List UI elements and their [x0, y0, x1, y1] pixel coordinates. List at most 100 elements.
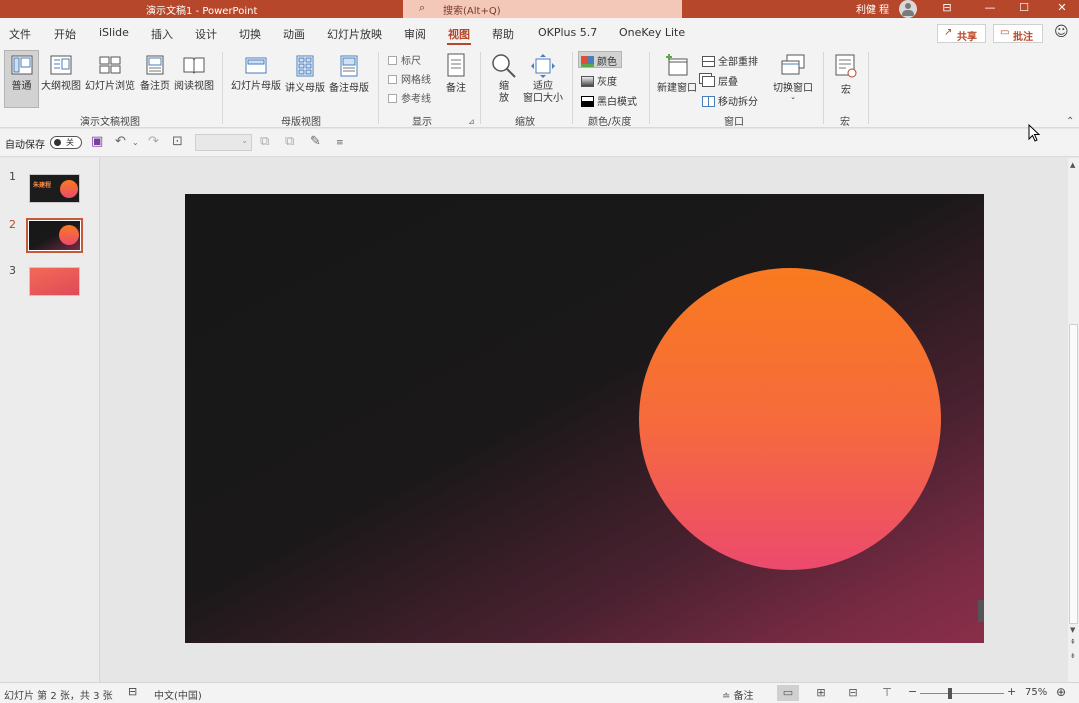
- active-tab-indicator: [447, 43, 471, 45]
- tab-view[interactable]: 视图: [448, 26, 470, 42]
- slide-master-icon: [245, 57, 267, 74]
- format-painter-icon[interactable]: ✎: [310, 134, 321, 149]
- slide-thumbnail-1[interactable]: 朱建程: [29, 174, 80, 203]
- gridlines-checkbox[interactable]: 网格线: [388, 71, 431, 86]
- tab-animations[interactable]: 动画: [283, 26, 305, 42]
- group-separator: [868, 52, 869, 124]
- share-icon: ↗: [944, 27, 953, 38]
- slide-sorter-button[interactable]: 幻灯片浏览: [84, 55, 136, 92]
- normal-view-status-icon[interactable]: ▭: [777, 685, 799, 701]
- comments-button[interactable]: ▭ 批注: [993, 24, 1043, 43]
- feedback-smiley-icon[interactable]: ☺: [1054, 24, 1069, 40]
- slide-number: 2: [9, 218, 16, 231]
- notes-page-icon: [146, 55, 164, 75]
- reading-view-status-icon[interactable]: ⊟: [842, 685, 864, 701]
- save-icon[interactable]: ▣: [91, 134, 103, 149]
- share-button[interactable]: ↗ 共享: [937, 24, 986, 43]
- color-button[interactable]: 颜色: [581, 53, 617, 68]
- outline-view-icon: [50, 55, 72, 75]
- search-box[interactable]: ⌕ 搜索(Alt+Q): [403, 0, 682, 18]
- language-indicator[interactable]: 中文(中国): [154, 687, 202, 702]
- tab-islide[interactable]: iSlide: [99, 26, 129, 39]
- present-icon[interactable]: ⊡: [172, 134, 183, 149]
- quick-access-toolbar: 自动保存 关 ▣ ↶ ⌄ ↷ ⊡ ⌄ ⧉ ⧉ ✎ ≡: [0, 129, 1079, 157]
- close-button[interactable]: ✕: [1047, 0, 1077, 18]
- tab-design[interactable]: 设计: [195, 26, 217, 42]
- notes-button[interactable]: 备注: [442, 53, 470, 94]
- reading-view-button[interactable]: 阅读视图: [172, 55, 216, 92]
- notes-page-button[interactable]: 备注页: [138, 55, 172, 92]
- slide-sorter-status-icon[interactable]: ⊞: [810, 685, 832, 701]
- move-split-button[interactable]: 移动拆分: [702, 93, 758, 108]
- group-label-window: 窗口: [724, 117, 744, 128]
- handout-master-button[interactable]: 讲义母版: [284, 55, 326, 94]
- tab-file[interactable]: 文件: [9, 26, 31, 42]
- ungroup-icon[interactable]: ⧉: [285, 134, 294, 149]
- black-white-button[interactable]: 黑白模式: [581, 93, 637, 108]
- scrollbar-thumb[interactable]: [1069, 324, 1078, 624]
- guides-checkbox[interactable]: 参考线: [388, 90, 431, 105]
- normal-view-button[interactable]: 普通: [6, 55, 37, 92]
- tab-review[interactable]: 审阅: [404, 26, 426, 42]
- notes-toggle-button[interactable]: ≐ 备注: [722, 687, 754, 702]
- slide-thumbnail-2[interactable]: [26, 218, 83, 253]
- slide-number: 1: [9, 170, 16, 183]
- maximize-button[interactable]: ☐: [1009, 0, 1039, 18]
- tab-insert[interactable]: 插入: [151, 26, 173, 42]
- next-slide-icon: ⇟: [1070, 652, 1076, 660]
- slide-thumbnail-3[interactable]: [29, 267, 80, 296]
- user-name[interactable]: 利健 程: [856, 1, 889, 16]
- group-icon[interactable]: ⧉: [260, 134, 269, 149]
- avatar[interactable]: [898, 0, 918, 18]
- tab-okplus[interactable]: OKPlus 5.7: [538, 26, 597, 39]
- slide-master-button[interactable]: 幻灯片母版: [230, 55, 282, 92]
- switch-windows-button[interactable]: 切换窗口 ⌄: [771, 53, 815, 101]
- search-icon: ⌕: [419, 1, 426, 14]
- collapse-ribbon-icon[interactable]: ⌃: [1066, 116, 1074, 127]
- slide-canvas[interactable]: [185, 194, 984, 643]
- new-window-button[interactable]: 新建窗口: [656, 53, 698, 94]
- zoom-out-button[interactable]: −: [908, 685, 917, 698]
- group-label-presentation-views: 演示文稿视图: [80, 117, 140, 128]
- outline-view-button[interactable]: 大纲视图: [40, 55, 82, 92]
- resize-handle[interactable]: [978, 600, 984, 622]
- accessibility-icon[interactable]: ⊟: [128, 685, 137, 698]
- macros-button[interactable]: 宏: [831, 53, 861, 96]
- group-label-show: 显示: [412, 117, 432, 128]
- font-size-box[interactable]: ⌄: [195, 134, 252, 151]
- fit-slide-icon[interactable]: ⊕: [1056, 685, 1066, 699]
- slideshow-status-icon[interactable]: ⊤: [876, 685, 898, 701]
- vertical-scrollbar[interactable]: ▲ ▼ ⇞ ⇟: [1068, 158, 1079, 682]
- redo-icon[interactable]: ↷: [148, 134, 159, 149]
- zoom-level[interactable]: 75%: [1025, 687, 1047, 698]
- minimize-button[interactable]: —: [975, 0, 1005, 18]
- gradient-circle-shape[interactable]: [639, 268, 941, 570]
- zoom-in-button[interactable]: +: [1007, 685, 1016, 698]
- group-separator: [378, 52, 379, 124]
- arrange-all-icon: [702, 56, 715, 67]
- customize-qat-icon[interactable]: ≡: [336, 138, 344, 148]
- tab-transitions[interactable]: 切换: [239, 26, 261, 42]
- zoom-button[interactable]: 缩放: [488, 53, 520, 105]
- fit-to-window-button[interactable]: 适应 窗口大小: [522, 53, 564, 105]
- undo-dropdown-icon[interactable]: ⌄: [132, 138, 139, 147]
- tab-onekey[interactable]: OneKey Lite: [619, 26, 685, 39]
- notes-master-button[interactable]: 备注母版: [328, 55, 370, 94]
- dialog-launcher-icon[interactable]: ⊿: [468, 117, 475, 126]
- new-window-icon: [666, 54, 688, 76]
- grayscale-button[interactable]: 灰度: [581, 73, 617, 88]
- tab-slideshow[interactable]: 幻灯片放映: [327, 26, 382, 42]
- undo-icon[interactable]: ↶: [115, 134, 126, 149]
- tab-home[interactable]: 开始: [54, 26, 76, 42]
- zoom-slider-knob[interactable]: [948, 688, 952, 699]
- ribbon-display-icon[interactable]: ⊟: [932, 0, 962, 18]
- normal-view-icon: [11, 55, 32, 75]
- ruler-checkbox[interactable]: 标尺: [388, 52, 421, 67]
- arrange-all-button[interactable]: 全部重排: [702, 53, 758, 68]
- status-bar: 幻灯片 第 2 张，共 3 张 ⊟ 中文(中国) ≐ 备注 ▭ ⊞ ⊟ ⊤ − …: [0, 682, 1079, 703]
- zoom-slider-track[interactable]: [920, 693, 1004, 694]
- cascade-button[interactable]: 层叠: [702, 73, 738, 88]
- tab-help[interactable]: 帮助: [492, 26, 514, 42]
- autosave-toggle[interactable]: 关: [50, 136, 82, 149]
- thumbnail-title: 朱建程: [33, 182, 52, 189]
